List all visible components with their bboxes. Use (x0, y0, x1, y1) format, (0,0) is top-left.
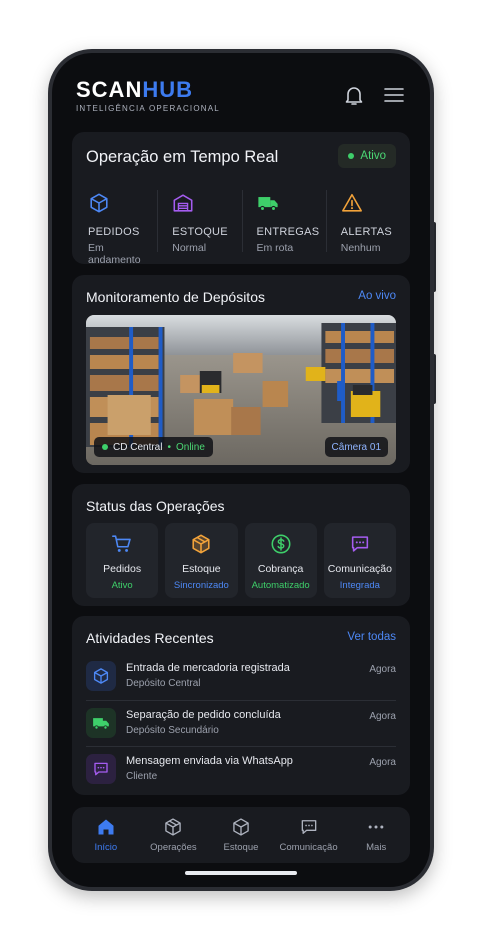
stat-label: PEDIDOS (88, 226, 140, 238)
op-estoque[interactable]: Estoque Sincronizado (165, 523, 238, 598)
camera-feed[interactable]: CD Central • Online Câmera 01 (86, 315, 396, 465)
activity-icon-box (86, 661, 116, 691)
stat-alertas[interactable]: ALERTAS Nenhum (325, 190, 410, 254)
activity-sub: Depósito Central (126, 678, 201, 689)
stat-label: ALERTAS (340, 226, 392, 238)
app-header: SCANHUB INTELIGÊNCIA OPERACIONAL (76, 79, 406, 119)
nav-operacoes[interactable]: Operações (140, 807, 208, 863)
logo-scan: SCAN (76, 77, 143, 102)
status-dot (348, 153, 355, 159)
truck-icon (257, 197, 278, 212)
op-pedidos[interactable]: Pedidos Ativo (86, 523, 159, 598)
activity-item[interactable]: Mensagem enviada via WhatsApp Cliente Ag… (86, 747, 396, 794)
activities-list: Entrada de mercadoria registrada Depósit… (86, 654, 396, 794)
cube-icon (90, 193, 108, 213)
cart-icon (112, 535, 131, 552)
op-comunicacao[interactable]: Comunicação Integrada (323, 523, 396, 598)
phone-frame: SCANHUB INTELIGÊNCIA OPERACIONAL Operaçã… (48, 49, 434, 891)
activity-sub: Depósito Secundário (126, 724, 219, 736)
stats-row: PEDIDOS Em andamento ESTOQUE Normal ENTR… (72, 190, 410, 266)
camera-separator: • (167, 441, 171, 453)
nav-inicio[interactable]: Início (72, 807, 140, 863)
stat-sub: Em andamento (88, 242, 141, 266)
activity-title: Separação de pedido concluída (126, 708, 281, 721)
realtime-card: Operação em Tempo Real Ativo PEDIDOS Em … (72, 132, 410, 266)
activity-sub: Cliente (126, 771, 158, 782)
status-badge-label: Ativo (360, 150, 386, 162)
chat-icon (301, 820, 316, 834)
nav-label: Mais (366, 842, 387, 853)
truck-icon (93, 717, 109, 730)
op-status: Automatizado (251, 580, 310, 591)
box-icon (233, 818, 249, 836)
nav-comunicacao[interactable]: Comunicação (275, 807, 343, 863)
stat-entregas[interactable]: ENTREGAS Em rota (241, 190, 326, 254)
logo-hub: HUB (142, 77, 194, 102)
activities-title: Atividades Recentes (86, 630, 214, 646)
stat-label: ESTOQUE (172, 226, 228, 238)
bell-icon[interactable] (342, 83, 366, 107)
operations-card: Status das Operações Pedidos Ativo Estoq (72, 484, 410, 606)
more-icon (368, 825, 384, 829)
activity-title: Entrada de mercadoria registrada (126, 662, 290, 674)
warehouse-icon (173, 194, 193, 212)
camera-id[interactable]: Câmera 01 (324, 437, 388, 457)
stat-label: ENTREGAS (256, 226, 320, 238)
home-icon (98, 819, 114, 835)
camera-location: CD Central (113, 441, 163, 453)
live-link[interactable]: Ao vivo (358, 290, 396, 302)
stat-estoque[interactable]: ESTOQUE Normal (157, 190, 241, 254)
activity-title: Mensagem enviada via WhatsApp (126, 755, 293, 767)
op-status: Integrada (339, 580, 380, 591)
chat-icon (94, 762, 108, 776)
camera-location-tag: CD Central • Online (94, 437, 213, 457)
bottom-nav: Início Operações Estoque Comunicação Mai… (72, 807, 410, 863)
op-name: Estoque (182, 563, 221, 575)
activity-item[interactable]: Entrada de mercadoria registrada Depósit… (86, 654, 396, 701)
cube-icon (93, 668, 109, 684)
op-status: Sincronizado (173, 580, 229, 591)
activity-item[interactable]: Separação de pedido concluída Depósito S… (86, 701, 396, 747)
stat-pedidos[interactable]: PEDIDOS Em andamento (72, 190, 157, 266)
status-badge: Ativo (338, 144, 396, 168)
activity-time: Agora (369, 710, 396, 722)
nav-label: Início (94, 842, 118, 853)
warning-icon (341, 193, 362, 212)
box-icon (165, 818, 182, 836)
nav-label: Estoque (223, 842, 259, 853)
activity-time: Agora (369, 664, 396, 675)
nav-mais[interactable]: Mais (342, 807, 410, 863)
hamburger-menu-icon[interactable] (382, 83, 406, 107)
activity-icon-box (86, 754, 116, 784)
online-dot (102, 444, 108, 450)
operations-title: Status das Operações (86, 498, 225, 514)
realtime-title: Operação em Tempo Real (86, 148, 279, 166)
chat-icon (351, 536, 368, 552)
monitoring-title: Monitoramento de Depósitos (86, 289, 265, 305)
activity-icon-box (86, 707, 116, 738)
box-icon (192, 534, 210, 554)
nav-estoque[interactable]: Estoque (207, 807, 275, 863)
op-name: Comunicação (327, 563, 392, 575)
activities-card: Atividades Recentes Ver todas Entrada de… (72, 616, 410, 795)
nav-label: Operações (150, 842, 197, 853)
op-status: Ativo (111, 580, 133, 591)
see-all-link[interactable]: Ver todas (347, 631, 396, 643)
stat-sub: Nenhum (340, 242, 381, 254)
nav-label: Comunicação (279, 842, 338, 853)
op-name: Cobrança (257, 563, 304, 575)
app-screen: SCANHUB INTELIGÊNCIA OPERACIONAL Operaçã… (52, 53, 430, 887)
home-indicator[interactable] (185, 871, 297, 875)
activity-time: Agora (369, 757, 396, 768)
op-name: Pedidos (103, 563, 142, 575)
stat-sub: Normal (172, 242, 207, 254)
op-cobranca[interactable]: Cobrança Automatizado (244, 523, 317, 598)
dollar-icon (271, 534, 291, 554)
camera-status: Online (175, 441, 205, 453)
stat-sub: Em rota (256, 242, 294, 254)
monitoring-card: Monitoramento de Depósitos Ao vivo CD Ce… (72, 275, 410, 473)
operations-grid: Pedidos Ativo Estoque Sincronizado Cobra… (86, 523, 396, 598)
